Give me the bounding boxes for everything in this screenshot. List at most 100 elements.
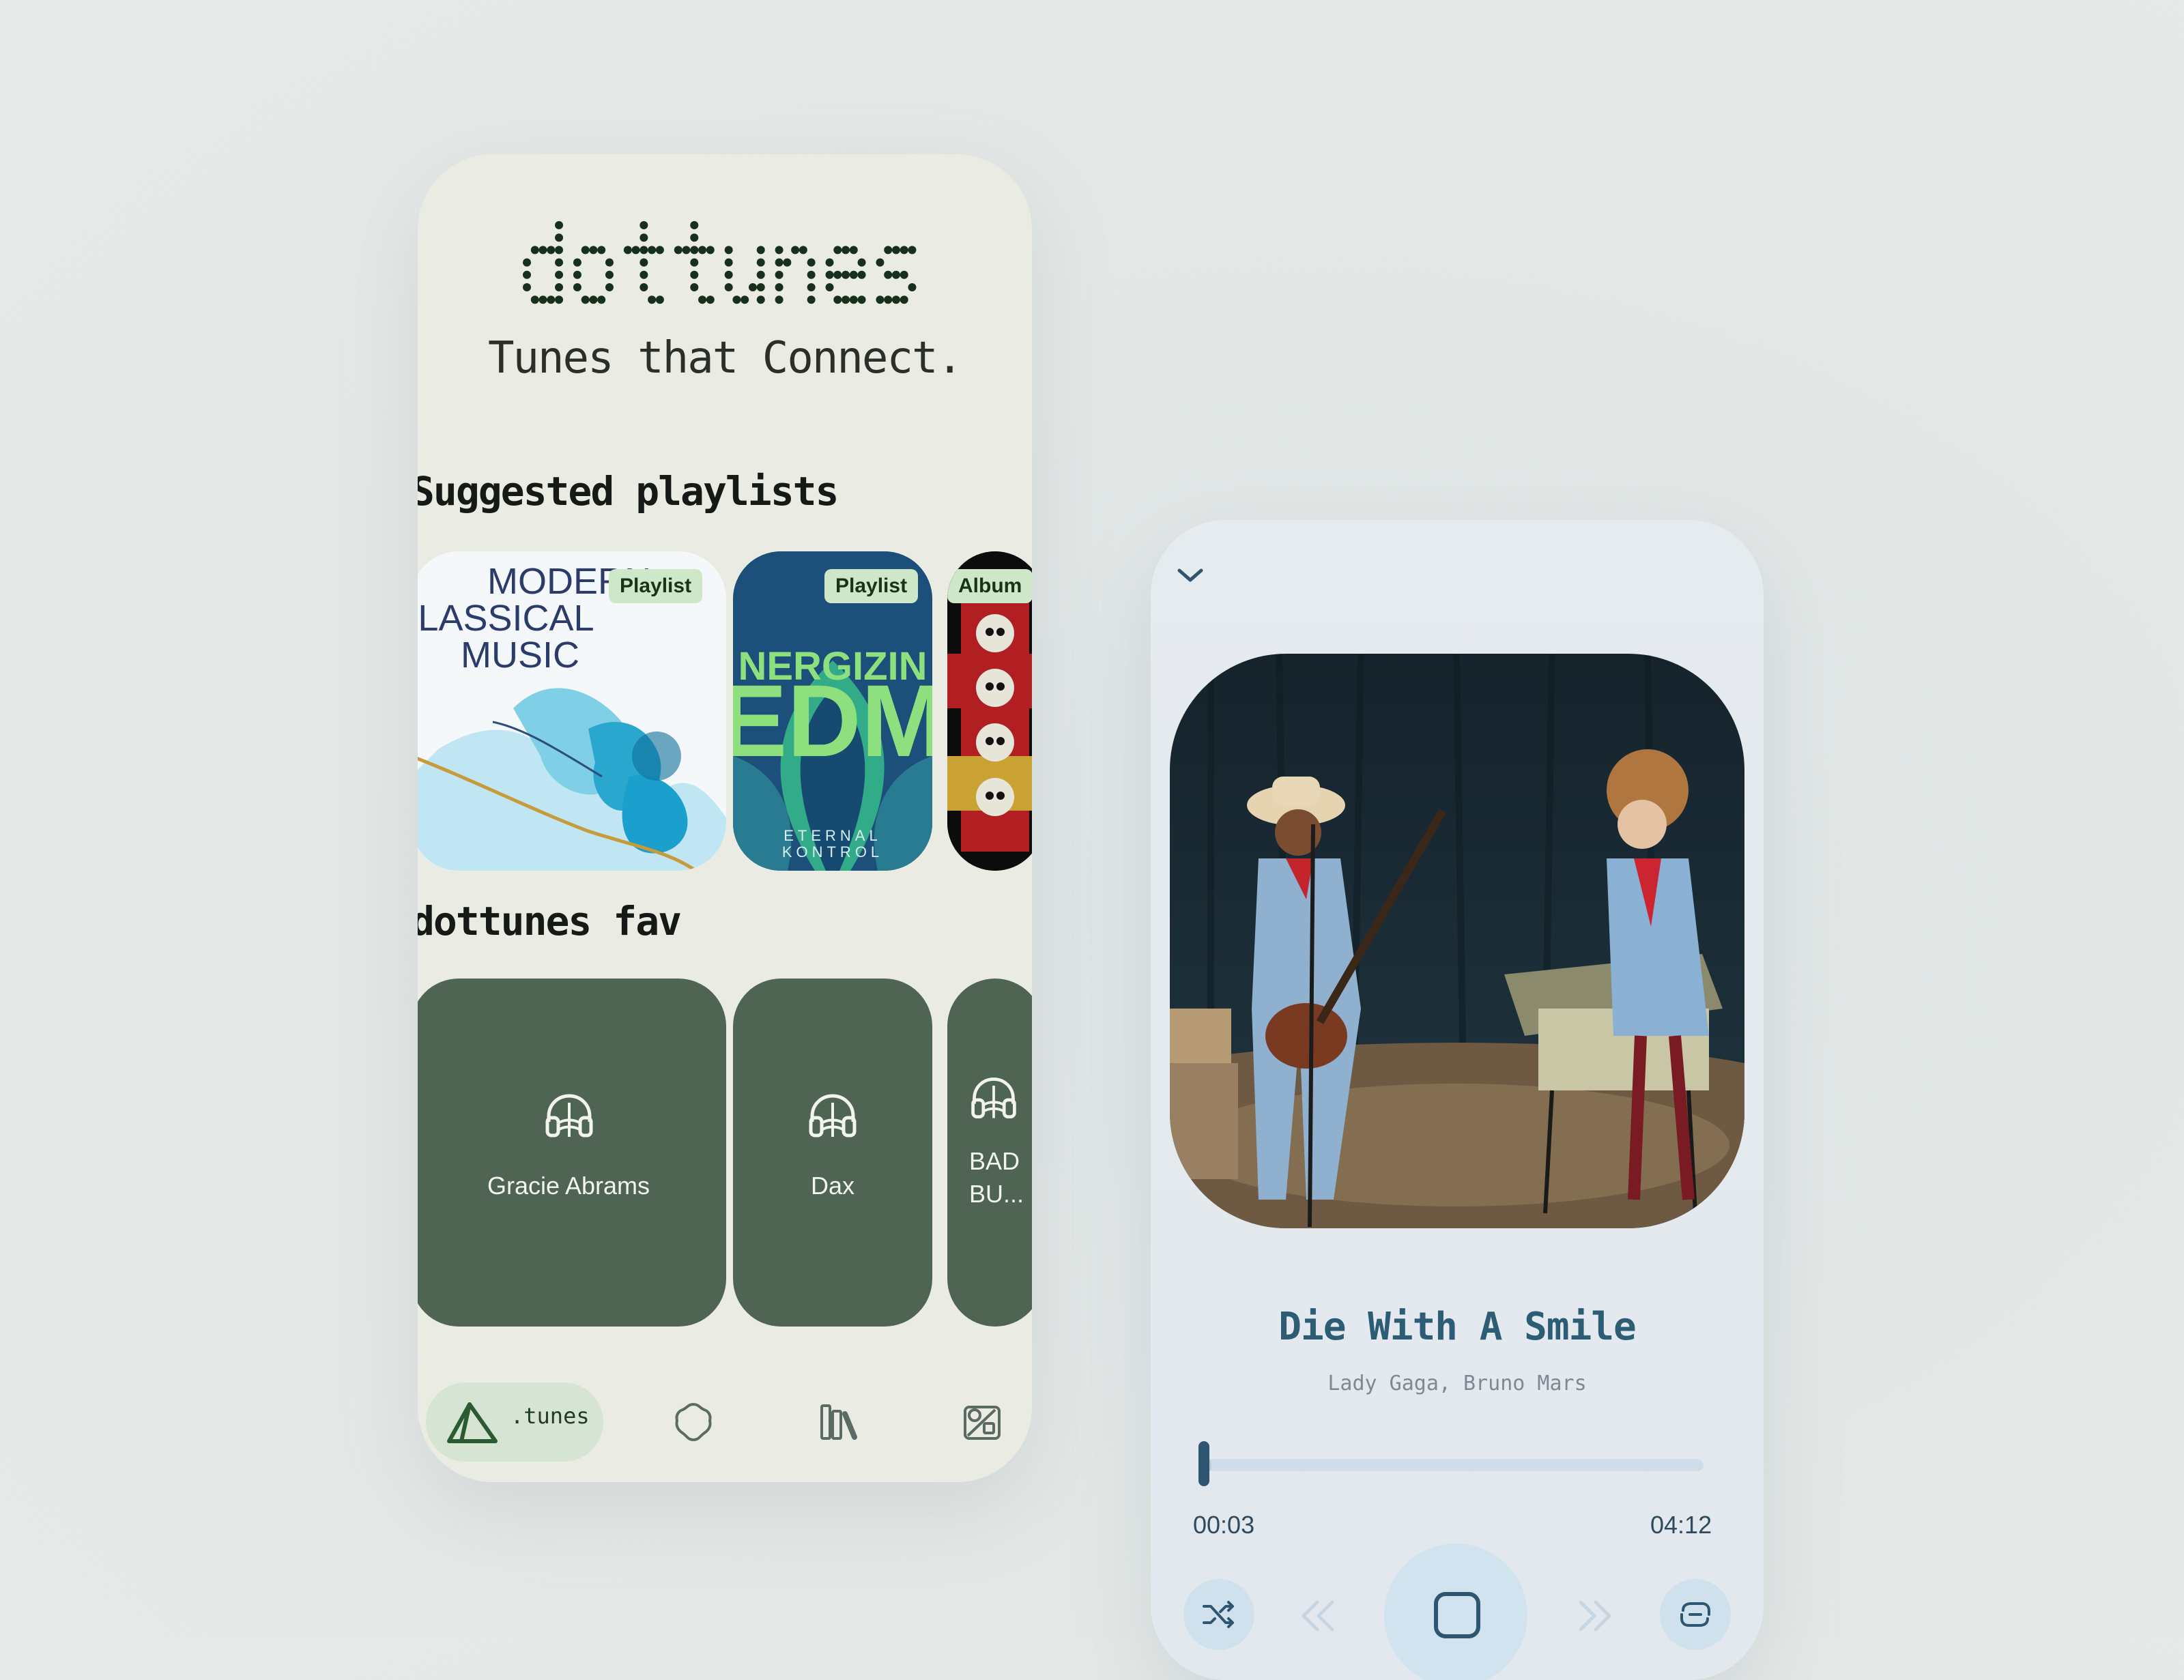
logo-dot [690,258,699,267]
logo-dot [724,283,733,291]
playlist-card-modern-classical[interactable]: MODERN CLASSICAL MUSIC Playlist [418,551,726,871]
explore-icon[interactable] [673,1402,714,1443]
logo-dot [756,283,765,291]
logo-dot [655,295,664,304]
studio-icon[interactable] [961,1400,1005,1444]
repeat-icon [1680,1602,1710,1627]
logo-dot [555,270,564,279]
elapsed-time: 00:03 [1193,1511,1255,1539]
logo-dot [900,270,908,279]
logo-dot [623,246,632,255]
logo-dot [589,246,598,255]
fav-artist-card[interactable]: Dax [733,979,932,1327]
logo-dot [775,258,784,267]
logo-dot [783,258,792,267]
logo-dot [573,283,581,291]
logo-dot [825,283,834,291]
logo-dot [833,295,842,304]
headphones-icon [971,1077,1016,1118]
fav-artist-name: Gracie Abrams [487,1172,650,1200]
headphones-icon [545,1094,593,1138]
album-card[interactable]: Album [947,551,1032,871]
logo-dot [799,246,807,255]
logo-dot [908,246,917,255]
logo-dot [523,283,531,291]
logo-dot [698,295,707,304]
logo-dot [547,295,556,304]
logo-dot [842,246,850,255]
logo-dot [640,258,648,267]
logo-dot [891,295,900,304]
logo-dot [605,283,614,291]
logo-dot [775,270,784,279]
previous-icon[interactable] [1297,1597,1338,1635]
logo-dot [547,246,556,255]
album-badge: Album [947,569,1032,603]
logo-dot [648,295,657,304]
logo-dot [908,283,917,291]
logo-dot [690,233,699,242]
fav-artist-card[interactable]: Gracie Abrams [418,979,726,1327]
logo-dot [857,270,866,279]
logo-dot [748,283,757,291]
artwork-image [1170,654,1744,1228]
shuffle-button[interactable] [1183,1579,1254,1650]
logo-dot [706,295,715,304]
logo-dot [581,246,590,255]
stop-icon [1434,1592,1480,1638]
logo-dot [807,270,816,279]
logo-dot [555,283,564,291]
collapse-icon[interactable] [1175,565,1205,585]
now-playing-screen: Die With A Smile Lady Gaga, Bruno Mars 0… [1151,520,1764,1680]
fav-artist-card[interactable]: BAD BU... [947,979,1032,1327]
playlist-card-energizing-edm[interactable]: NERGIZIN EDM ETERNAL KONTROL Playlist [733,551,932,871]
logo-dot [538,246,547,255]
logo-dot [690,270,699,279]
logo-dot [640,221,648,229]
cover-line-3: MUSIC [461,635,579,676]
logo-dot [876,258,885,267]
logo-dot [538,295,547,304]
total-time: 04:12 [1650,1511,1712,1539]
fav-artist-name-line: BU... [969,1180,1024,1208]
progress-track[interactable] [1205,1459,1704,1471]
cover-line-4: KONTROL [782,843,883,860]
shuffle-icon [1203,1601,1234,1628]
fav-artist-name: Dax [810,1172,855,1200]
logo-dot [573,258,581,267]
logo-dot [807,258,816,267]
logo-dot [849,246,858,255]
cover-line-3: ETERNAL [784,827,881,844]
logo-dot [698,246,707,255]
logo-dot [530,295,539,304]
headphones-icon [809,1094,857,1138]
logo-dot [555,295,564,304]
stop-button[interactable] [1384,1544,1527,1680]
now-playing-artwork [1170,654,1744,1228]
nav-home-label: .tunes [511,1403,590,1429]
logo-dot [891,246,900,255]
home-icon [447,1402,498,1443]
logo-dot [682,246,691,255]
nav-home-tab[interactable]: .tunes [426,1382,603,1462]
next-icon[interactable] [1575,1597,1616,1635]
progress-thumb[interactable] [1198,1441,1209,1486]
logo-dot [775,295,784,304]
logo-dot [530,246,539,255]
library-icon[interactable] [819,1402,860,1443]
logo-dot [807,283,816,291]
cover-line-2: CLASSICAL [418,598,594,639]
logo-dot [756,270,765,279]
logo-dot [756,258,765,267]
cover-line-2: EDM [733,663,932,778]
logo-dot [690,246,699,255]
logo-dot [833,246,842,255]
logo-dot [807,295,816,304]
logo-dot [775,246,784,255]
home-screen: dottunes Tunes that Connect. Suggested p… [418,154,1032,1482]
logo-dot [891,270,900,279]
logo-dot [605,258,614,267]
dottunes-fav-heading: dottunes fav [418,898,682,944]
bottom-nav: .tunes [418,1370,1032,1482]
repeat-button[interactable] [1660,1579,1731,1650]
